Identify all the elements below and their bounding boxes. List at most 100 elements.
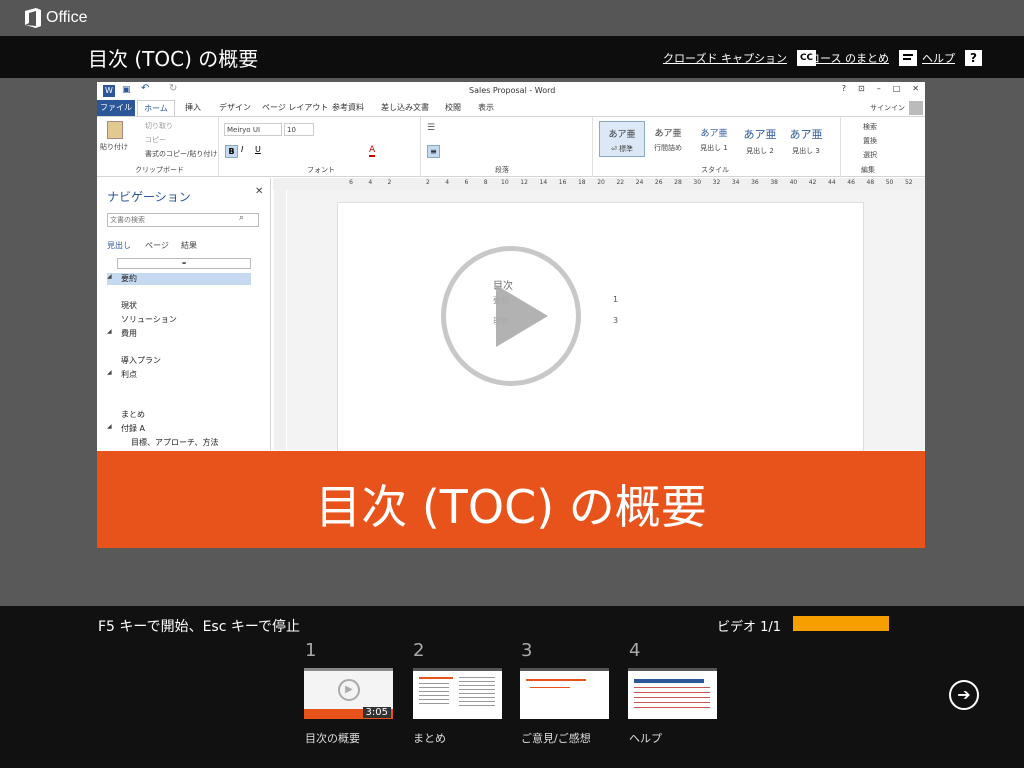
tab-mailings[interactable]: 差し込み文書: [381, 100, 429, 115]
style-item[interactable]: あア亜 行間詰め: [645, 121, 691, 157]
close-button[interactable]: ✕: [912, 84, 919, 93]
help-link[interactable]: ヘルプ ?: [922, 50, 982, 66]
paste-icon[interactable]: [107, 121, 123, 139]
expand-arrow-icon[interactable]: ◢: [107, 328, 112, 335]
nav-heading-label: 現状: [121, 301, 137, 310]
video-thumbnail-2[interactable]: [413, 668, 502, 719]
style-sample: あア亜: [654, 129, 682, 139]
ruler-tick-label: 42: [808, 179, 817, 186]
nav-heading-item[interactable]: ソリューション: [107, 314, 251, 326]
nav-heading-item[interactable]: 導入プラン: [107, 355, 251, 367]
bold-button[interactable]: B: [225, 145, 238, 158]
nav-heading-label: 導入プラン: [121, 356, 161, 365]
select-button[interactable]: 選択: [863, 150, 877, 160]
nav-close-icon[interactable]: ✕: [255, 186, 263, 197]
signin-link[interactable]: サインイン: [870, 103, 905, 113]
expand-arrow-icon[interactable]: ◢: [107, 369, 112, 376]
maximize-button[interactable]: □: [893, 84, 901, 93]
progress-bar: [793, 616, 889, 631]
nav-heading-item[interactable]: ◢ 要約: [107, 273, 251, 285]
font-group: Meiryo UI 10 B I U A フォント: [221, 117, 421, 177]
tab-layout[interactable]: ページ レイアウト: [262, 100, 328, 115]
tab-insert[interactable]: 挿入: [185, 100, 201, 115]
summary-icon[interactable]: [898, 50, 917, 66]
page-title: 目次 (TOC) の概要: [88, 47, 259, 71]
font-name-select[interactable]: Meiryo UI: [224, 123, 282, 136]
word-help-button[interactable]: ?: [842, 84, 846, 93]
find-button[interactable]: 検索: [863, 122, 877, 132]
nav-heading-item[interactable]: 目標、アプローチ、方法: [107, 437, 251, 449]
nav-heading-item[interactable]: ◢ 費用: [107, 328, 251, 340]
font-color-icon[interactable]: A: [369, 145, 376, 157]
tab-design[interactable]: デザイン: [219, 100, 251, 115]
video-player[interactable]: W ▣ ↶ ↻ Sales Proposal - Word ? ⊡ – □ ✕ …: [97, 82, 925, 548]
video-thumbnail-1[interactable]: ▶ 3:05: [304, 668, 393, 719]
format-painter-button[interactable]: 書式のコピー/貼り付け: [145, 149, 217, 159]
video-thumbnail-4[interactable]: [628, 668, 717, 719]
nav-collapse-bar[interactable]: ≖: [117, 258, 251, 269]
style-item[interactable]: あア亜 見出し 1: [691, 121, 737, 157]
thumb-label[interactable]: 目次の概要: [305, 730, 360, 746]
next-arrow-button[interactable]: ➔: [949, 680, 979, 710]
style-item[interactable]: あア亜 見出し 2: [737, 121, 783, 157]
keyboard-instructions: F5 キーで開始、Esc キーで停止: [98, 619, 301, 635]
tab-view[interactable]: 表示: [478, 100, 494, 115]
replace-button[interactable]: 置換: [863, 136, 877, 146]
thumb-number: 3: [521, 640, 533, 661]
captions-link[interactable]: クローズド キャプション CC: [663, 50, 817, 66]
captions-label: クローズド キャプション: [663, 52, 787, 65]
minimize-button[interactable]: –: [877, 84, 881, 93]
bullets-icon[interactable]: ☰: [427, 123, 435, 133]
expand-arrow-icon[interactable]: ◢: [107, 423, 112, 430]
nav-search-input[interactable]: 文書の検索: [107, 213, 259, 227]
account-avatar[interactable]: [909, 101, 923, 115]
document-page[interactable]: 目次 要約 1 現状 3: [337, 202, 864, 462]
nav-tab-results[interactable]: 結果: [181, 240, 197, 251]
ribbon: 貼り付け 切り取り コピー 書式のコピー/貼り付け クリップボード Meiryo…: [97, 116, 925, 177]
underline-button[interactable]: U: [255, 145, 261, 154]
redo-icon[interactable]: ↻: [169, 83, 177, 94]
style-item[interactable]: あア亜 ⏎ 標準: [599, 121, 645, 157]
styles-group: あア亜 ⏎ 標準 あア亜 行間詰め あア亜 見出し 1 あア亜 見出し 2 あア亜 見出し 3 ス…: [595, 117, 841, 177]
play-button[interactable]: [441, 246, 581, 386]
toc-entry-page: 3: [613, 316, 619, 325]
ruler-tick-label: 50: [885, 179, 894, 186]
playlist-bar: F5 キーで開始、Esc キーで停止 ビデオ 1/1 1 ▶ 3:05 目次の概…: [0, 606, 1024, 768]
nav-tab-headings[interactable]: 見出し: [107, 240, 131, 251]
help-icon[interactable]: ?: [965, 50, 982, 66]
thumb-label[interactable]: ご意見/ご感想: [521, 730, 591, 746]
paste-button[interactable]: 貼り付け: [100, 142, 128, 152]
style-sample: あア亜: [608, 130, 636, 140]
copy-button[interactable]: コピー: [145, 135, 166, 145]
nav-heading-label: 費用: [121, 329, 137, 338]
editing-group-label: 編集: [861, 166, 875, 174]
summary-link[interactable]: コース のまとめ: [809, 50, 917, 66]
tab-references[interactable]: 参考資料: [332, 100, 364, 115]
style-item[interactable]: あア亜 見出し 3: [783, 121, 829, 157]
tab-file[interactable]: ファイル: [97, 100, 135, 116]
thumb-label[interactable]: まとめ: [413, 730, 446, 746]
undo-icon[interactable]: ↶: [141, 83, 149, 94]
ruler-tick-label: 2: [426, 179, 430, 186]
paragraph-group: ☰ ≡ 段落: [423, 117, 593, 177]
tab-home[interactable]: ホーム: [137, 100, 175, 116]
expand-arrow-icon[interactable]: ◢: [107, 273, 112, 280]
nav-heading-item[interactable]: ◢ 利点: [107, 369, 251, 381]
ruler-tick-label: 26: [654, 179, 663, 186]
cut-button[interactable]: 切り取り: [145, 121, 173, 131]
thumb-label[interactable]: ヘルプ: [629, 730, 662, 746]
nav-heading-item[interactable]: 現状: [107, 300, 251, 312]
nav-heading-item[interactable]: まとめ: [107, 409, 251, 421]
font-size-select[interactable]: 10: [284, 123, 314, 136]
save-icon[interactable]: ▣: [122, 85, 131, 95]
align-left-icon[interactable]: ≡: [427, 145, 440, 158]
nav-search-icon[interactable]: ⌕: [239, 213, 244, 223]
nav-heading-item[interactable]: ◢ 付録 A: [107, 423, 251, 435]
tab-review[interactable]: 校閲: [445, 100, 461, 115]
video-thumbnail-3[interactable]: [520, 668, 609, 719]
ribbon-display-button[interactable]: ⊡: [858, 84, 865, 93]
italic-button[interactable]: I: [241, 145, 243, 154]
ruler-tick-label: [403, 179, 415, 186]
nav-tab-pages[interactable]: ページ: [145, 240, 169, 251]
thumb-number: 1: [305, 640, 317, 661]
